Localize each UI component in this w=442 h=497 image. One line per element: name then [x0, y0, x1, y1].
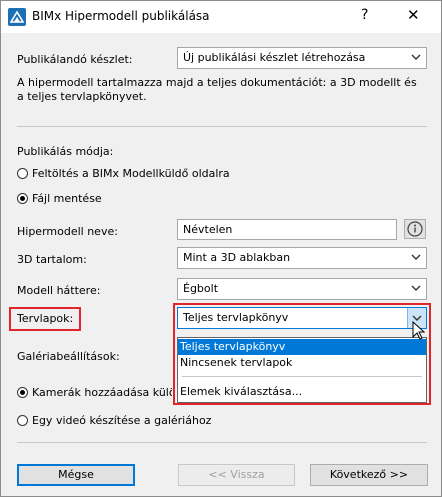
close-button[interactable]: ✕: [407, 6, 420, 24]
radio-upload-label[interactable]: Feltöltés a BIMx Modellküldő oldalra: [32, 167, 230, 180]
layouts-value: Teljes tervlapkönyv: [183, 311, 289, 324]
description-text: A hipermodell tartalmazza majd a teljes …: [17, 76, 417, 103]
layouts-option-none[interactable]: Nincsenek tervlapok: [178, 355, 426, 371]
gallery-heading: Galériabeállítások:: [17, 350, 120, 363]
next-button[interactable]: Következő >>: [310, 464, 428, 486]
background-value: Égbolt: [183, 282, 219, 295]
radio-make-video-label[interactable]: Egy videó készítése a galériához: [32, 414, 211, 427]
publish-mode-heading: Publikálás módja:: [17, 145, 114, 158]
chevron-down-icon: [411, 254, 421, 260]
chevron-down-icon: [411, 285, 421, 291]
3d-content-label: 3D tartalom:: [17, 253, 87, 266]
chevron-down-icon: [411, 54, 421, 60]
background-dropdown[interactable]: Égbolt: [177, 278, 427, 300]
bimx-app-icon: [8, 8, 26, 26]
hypermodel-name-label: Hipermodell neve:: [17, 225, 118, 238]
3d-content-value: Mint a 3D ablakban: [183, 251, 291, 264]
radio-add-cameras[interactable]: [17, 387, 28, 398]
info-icon: [407, 221, 423, 237]
radio-upload[interactable]: [17, 168, 28, 179]
radio-add-cameras-label[interactable]: Kamerák hozzáadása különa: [32, 386, 172, 399]
hypermodel-name-value: Névtelen: [183, 223, 233, 236]
title-bar: BIMx Hipermodell publikálása ? ✕: [1, 1, 441, 33]
separator: [17, 126, 427, 127]
mouse-cursor-icon: [412, 321, 426, 340]
radio-save-file[interactable]: [17, 193, 28, 204]
3d-content-dropdown[interactable]: Mint a 3D ablakban: [177, 247, 427, 269]
help-button[interactable]: ?: [361, 7, 368, 23]
layouts-option-full[interactable]: Teljes tervlapkönyv: [178, 339, 426, 355]
info-button[interactable]: [404, 219, 426, 239]
radio-make-video[interactable]: [17, 415, 28, 426]
background-label: Modell háttere:: [17, 284, 101, 297]
layouts-option-select[interactable]: Elemek kiválasztása...: [178, 384, 426, 400]
cancel-button[interactable]: Mégse: [17, 464, 135, 486]
radio-save-file-label[interactable]: Fájl mentése: [32, 192, 102, 205]
layouts-label: Tervlapok:: [17, 312, 74, 325]
publish-dialog: BIMx Hipermodell publikálása ? ✕ Publiká…: [0, 0, 442, 497]
content-set-value: Új publikálási készlet létrehozása: [183, 51, 366, 64]
layouts-dropdown[interactable]: Teljes tervlapkönyv: [177, 307, 427, 329]
dropdown-separator: [182, 376, 422, 377]
back-button[interactable]: << Vissza: [178, 464, 295, 486]
content-set-dropdown[interactable]: Új publikálási készlet létrehozása: [177, 47, 427, 69]
content-set-label: Publikálandó készlet:: [17, 53, 133, 66]
hypermodel-name-input[interactable]: Névtelen: [177, 219, 397, 240]
separator: [17, 442, 427, 443]
window-title: BIMx Hipermodell publikálása: [32, 9, 210, 23]
layouts-dropdown-list: Teljes tervlapkönyv Nincsenek tervlapok …: [177, 337, 427, 403]
